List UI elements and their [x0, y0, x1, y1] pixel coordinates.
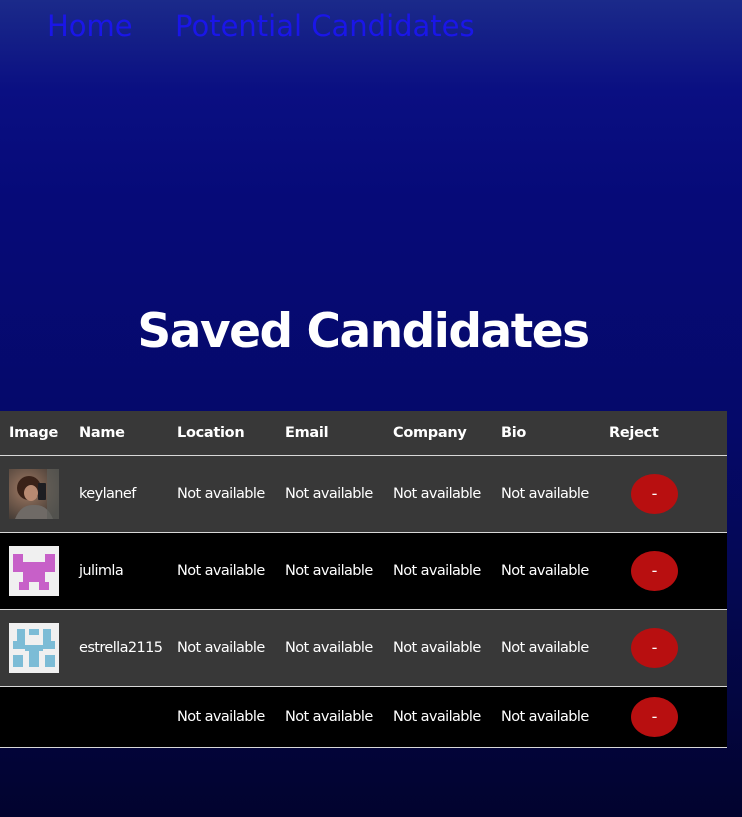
location-cell: Not available	[168, 455, 276, 533]
column-header-email: Email	[276, 411, 384, 456]
identicon-blue-avatar	[9, 623, 59, 673]
company-cell: Not available	[384, 686, 492, 748]
email-cell: Not available	[276, 686, 384, 748]
email-cell: Not available	[276, 609, 384, 687]
identicon-pink-avatar	[9, 546, 59, 596]
reject-cell: -	[600, 686, 727, 748]
image-cell	[0, 455, 70, 533]
column-header-reject: Reject	[600, 411, 727, 456]
nav-link-home[interactable]: Home	[47, 6, 133, 46]
image-cell	[0, 686, 70, 748]
column-header-company: Company	[384, 411, 492, 456]
table-row: estrella2115 Not available Not available…	[0, 609, 727, 687]
table-row: julimla Not available Not available Not …	[0, 532, 727, 610]
table-row: Not available Not available Not availabl…	[0, 686, 727, 748]
name-cell: keylanef	[70, 455, 168, 533]
bio-cell: Not available	[492, 686, 600, 748]
column-header-image: Image	[0, 411, 70, 456]
reject-button[interactable]: -	[631, 697, 678, 737]
table-row: keylanef Not available Not available Not…	[0, 455, 727, 533]
email-cell: Not available	[276, 455, 384, 533]
saved-candidates-table: Image Name Location Email Company Bio Re…	[0, 411, 727, 748]
top-nav: Home Potential Candidates	[0, 6, 742, 46]
location-cell: Not available	[168, 532, 276, 610]
location-cell: Not available	[168, 609, 276, 687]
reject-cell: -	[600, 532, 727, 610]
reject-cell: -	[600, 455, 727, 533]
company-cell: Not available	[384, 609, 492, 687]
nav-link-potential-candidates[interactable]: Potential Candidates	[175, 6, 475, 46]
bio-cell: Not available	[492, 532, 600, 610]
reject-button[interactable]: -	[631, 551, 678, 591]
reject-button[interactable]: -	[631, 628, 678, 668]
column-header-name: Name	[70, 411, 168, 456]
company-cell: Not available	[384, 532, 492, 610]
company-cell: Not available	[384, 455, 492, 533]
column-header-location: Location	[168, 411, 276, 456]
image-cell	[0, 609, 70, 687]
location-cell: Not available	[168, 686, 276, 748]
table-header-row: Image Name Location Email Company Bio Re…	[0, 411, 727, 456]
name-cell: julimla	[70, 532, 168, 610]
name-cell: estrella2115	[70, 609, 168, 687]
page-title: Saved Candidates	[137, 304, 590, 359]
bio-cell: Not available	[492, 609, 600, 687]
user-photo-avatar	[9, 469, 59, 519]
email-cell: Not available	[276, 532, 384, 610]
column-header-bio: Bio	[492, 411, 600, 456]
reject-cell: -	[600, 609, 727, 687]
name-cell	[70, 686, 168, 748]
image-cell	[0, 532, 70, 610]
reject-button[interactable]: -	[631, 474, 678, 514]
bio-cell: Not available	[492, 455, 600, 533]
